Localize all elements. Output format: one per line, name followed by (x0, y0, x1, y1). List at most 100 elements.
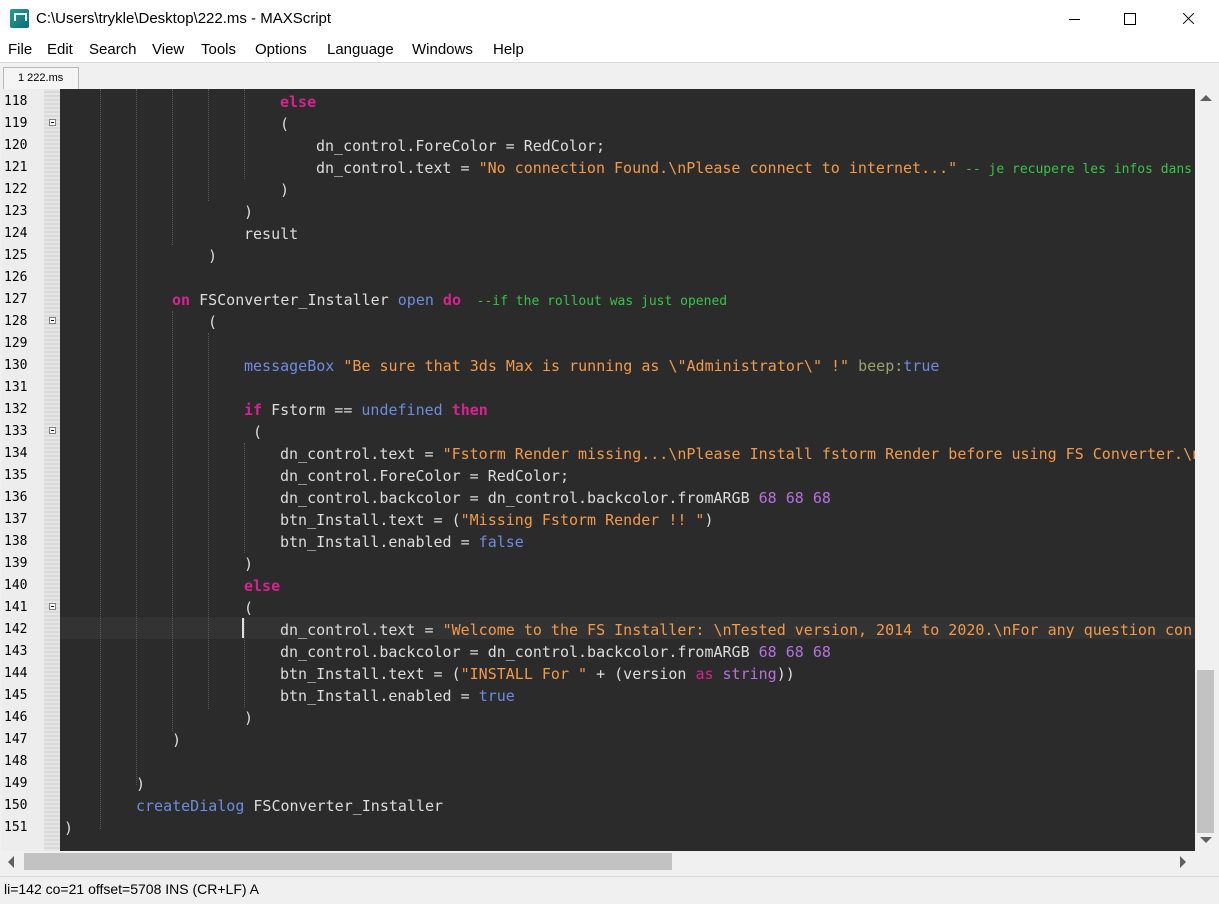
menu-windows[interactable]: Windows (412, 41, 473, 58)
code-line-149: ) (136, 775, 146, 793)
line-number: 144 (4, 666, 28, 681)
code-line-151: ) (64, 819, 74, 837)
code-line-134: dn_control.text = "Fstorm Render missing… (280, 443, 1195, 465)
code-line-133: ( (244, 423, 263, 441)
scroll-right-icon[interactable] (1180, 856, 1186, 868)
code-line-142: dn_control.text = "Welcome to the FS Ins… (280, 619, 1192, 641)
code-line-119: ( (280, 115, 290, 133)
builtin-token: false (478, 533, 524, 551)
comment-token: --if the rollout was just opened (461, 294, 728, 309)
code-line-124: result (244, 225, 299, 243)
code-line-144: btn_Install.text = ("INSTALL For " + (ve… (280, 663, 795, 685)
code-editor[interactable]: 118 119 120 121 122 123 124 125 126 127 … (2, 89, 1195, 851)
line-number: 137 (4, 512, 28, 527)
status-text: li=142 co=21 offset=5708 INS (CR+LF) A (4, 881, 260, 897)
tab-222-ms[interactable]: 1 222.ms (3, 67, 79, 89)
horizontal-scrollbar[interactable] (2, 851, 1195, 873)
menu-search[interactable]: Search (89, 41, 137, 58)
indent-guide (208, 333, 209, 709)
keyword-token: as (695, 665, 714, 683)
indent-guide (172, 89, 173, 245)
code-line-139: ) (244, 555, 254, 573)
fold-toggle-icon[interactable] (49, 427, 56, 434)
line-number: 142 (4, 622, 28, 637)
menu-tools[interactable]: Tools (201, 41, 236, 58)
horizontal-scroll-thumb[interactable] (24, 853, 672, 870)
code-line-118: else (280, 91, 316, 113)
code-token: dn_control.text = (316, 159, 479, 177)
menu-edit[interactable]: Edit (47, 41, 73, 58)
vertical-scrollbar[interactable] (1195, 89, 1217, 851)
vertical-scroll-thumb[interactable] (1197, 670, 1214, 833)
line-number: 136 (4, 490, 28, 505)
line-number: 139 (4, 556, 28, 571)
line-number: 140 (4, 578, 28, 593)
builtin-token: messageBox (244, 357, 335, 375)
code-line-147: ) (172, 731, 182, 749)
line-number: 130 (4, 358, 28, 373)
code-line-123: ) (244, 203, 254, 221)
indent-guide (244, 89, 245, 179)
fold-toggle-icon[interactable] (49, 119, 56, 126)
code-token: FSConverter_Installer (244, 797, 444, 815)
scroll-down-icon[interactable] (1200, 837, 1212, 843)
scroll-up-icon[interactable] (1200, 95, 1212, 101)
builtin-token: true (478, 687, 515, 705)
menu-help[interactable]: Help (493, 41, 524, 58)
code-line-122: ) (280, 181, 290, 199)
menu-view[interactable]: View (152, 41, 184, 58)
line-number: 120 (4, 138, 28, 153)
fold-toggle-icon[interactable] (49, 317, 56, 324)
keyword-token: else (280, 93, 317, 111)
number-token: 68 68 68 (758, 643, 831, 661)
code-token: dn_control.text = (280, 445, 443, 463)
scrollbar-corner (1195, 851, 1217, 873)
line-number: 151 (4, 820, 28, 835)
number-token: 68 68 68 (758, 489, 831, 507)
line-number: 128 (4, 314, 28, 329)
line-number: 118 (4, 94, 28, 109)
menu-language[interactable]: Language (327, 41, 394, 58)
code-line-138: btn_Install.enabled = false (280, 531, 524, 553)
fold-margin[interactable] (44, 89, 60, 851)
menu-options[interactable]: Options (255, 41, 307, 58)
line-number: 148 (4, 754, 28, 769)
menu-file[interactable]: File (8, 41, 32, 58)
indent-guide (244, 443, 245, 553)
line-number: 124 (4, 226, 28, 241)
line-number: 131 (4, 380, 28, 395)
line-number: 122 (4, 182, 28, 197)
code-text-area[interactable]: else ( dn_control.ForeColor = RedColor; … (60, 89, 1195, 851)
window-title: C:\Users\trykle\Desktop\222.ms - MAXScri… (36, 10, 332, 27)
fold-toggle-icon[interactable] (49, 603, 56, 610)
code-token: btn_Install.enabled = (280, 533, 479, 551)
string-token: "INSTALL For " (460, 665, 588, 683)
keyword-token: else (244, 577, 281, 595)
indent-guide (244, 619, 245, 707)
code-token: dn_control.backcolor = dn_control.backco… (280, 489, 759, 507)
close-button[interactable] (1160, 0, 1218, 38)
code-line-145: btn_Install.enabled = true (280, 685, 515, 707)
line-number-gutter: 118 119 120 121 122 123 124 125 126 127 … (2, 89, 60, 851)
keyword-token: if (244, 401, 263, 419)
param-token: beep: (849, 357, 904, 375)
code-token: FSConverter_Installer (190, 291, 398, 309)
tab-bar: 1 222.ms (0, 62, 1219, 89)
code-token: dn_control.text = (280, 621, 443, 639)
code-line-141: ( (244, 599, 254, 617)
status-bar: li=142 co=21 offset=5708 INS (CR+LF) A (0, 876, 1219, 904)
line-number: 138 (4, 534, 28, 549)
line-number: 141 (4, 600, 28, 615)
minimize-button[interactable] (1045, 0, 1103, 38)
code-token: btn_Install.text = ( (280, 665, 461, 683)
scroll-left-icon[interactable] (8, 856, 14, 868)
string-token: "Welcome to the FS Installer: \nTested v… (442, 621, 1193, 639)
code-line-140: else (244, 575, 280, 597)
text-caret (242, 618, 244, 638)
line-number: 146 (4, 710, 28, 725)
code-token: dn_control.backcolor = dn_control.backco… (280, 643, 759, 661)
line-number: 143 (4, 644, 28, 659)
code-line-121: dn_control.text = "No connection Found.\… (316, 157, 1192, 179)
line-number: 150 (4, 798, 28, 813)
maximize-button[interactable] (1101, 0, 1159, 38)
